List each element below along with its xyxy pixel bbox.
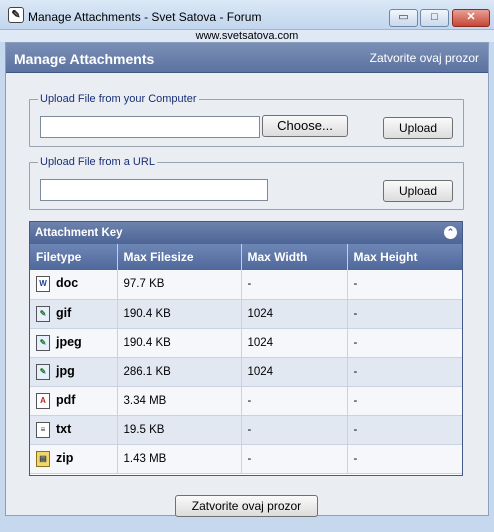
upload-file-button[interactable]: Upload — [383, 117, 453, 139]
max-height-cell: - — [347, 328, 462, 358]
max-filesize-cell: 1.43 MB — [117, 444, 242, 474]
page-url: www.svetsatova.com — [0, 30, 494, 42]
filetype-label: txt — [56, 421, 72, 436]
max-filesize-cell: 97.7 KB — [117, 270, 242, 300]
zip-file-icon: ▤ — [36, 450, 50, 467]
close-window-button[interactable]: ✕ — [452, 9, 490, 27]
window-titlebar: ✎ Manage Attachments - Svet Satova - For… — [0, 0, 494, 30]
table-row: Wdoc 97.7 KB - - — [30, 270, 462, 300]
max-height-cell: - — [347, 444, 462, 474]
max-width-cell: - — [241, 415, 348, 445]
max-width-cell: 1024 — [241, 357, 348, 387]
filetype-label: gif — [56, 305, 72, 320]
image-file-icon: ✎ — [36, 334, 50, 351]
max-width-cell: - — [241, 270, 348, 300]
upload-from-url-group: Upload File from a URL Upload — [29, 156, 464, 210]
max-height-cell: - — [347, 357, 462, 387]
upload-url-legend: Upload File from a URL — [38, 156, 157, 168]
app-icon: ✎ — [8, 7, 24, 23]
attachment-key-header: Attachment Key ⌃ — [30, 222, 462, 244]
max-filesize-cell: 3.34 MB — [117, 386, 242, 416]
column-header-max-height: Max Height — [347, 244, 462, 270]
max-filesize-cell: 19.5 KB — [117, 415, 242, 445]
attachments-panel: Manage Attachments Zatvorite ovaj prozor… — [5, 42, 489, 517]
window-title: Manage Attachments - Svet Satova - Forum — [28, 10, 262, 24]
upload-from-computer-group: Upload File from your Computer Choose...… — [29, 93, 464, 147]
max-filesize-cell: 286.1 KB — [117, 357, 242, 387]
collapse-icon[interactable]: ⌃ — [444, 226, 457, 239]
max-height-cell: - — [347, 415, 462, 445]
filetype-cell: ✎ gif — [30, 299, 118, 329]
max-height-cell: - — [347, 270, 462, 300]
attachment-key-panel: Attachment Key ⌃ Filetype Max Filesize M… — [29, 221, 463, 476]
filetype-label: jpg — [56, 363, 75, 378]
max-height-cell: - — [347, 386, 462, 416]
max-width-cell: 1024 — [241, 328, 348, 358]
table-row: ✎ jpg 286.1 KB 1024- — [30, 357, 462, 387]
text-file-icon: ≡ — [36, 421, 50, 438]
minimize-button[interactable]: ▭ — [389, 9, 418, 27]
filetype-label: zip — [56, 450, 74, 465]
table-row: ✎ gif 190.4 KB 1024- — [30, 299, 462, 329]
attachment-key-table: Filetype Max Filesize Max Width Max Heig… — [30, 244, 462, 474]
filetype-cell: ▤ zip — [30, 444, 118, 474]
close-window-link[interactable]: Zatvorite ovaj prozor — [370, 51, 479, 65]
filetype-cell: ≡ txt — [30, 415, 118, 445]
table-header-row: Filetype Max Filesize Max Width Max Heig… — [30, 244, 462, 270]
max-filesize-cell: 190.4 KB — [117, 328, 242, 358]
pdf-file-icon: A — [36, 392, 50, 409]
maximize-button[interactable]: □ — [420, 9, 449, 27]
table-row: ≡ txt 19.5 KB - - — [30, 415, 462, 445]
url-input[interactable] — [40, 179, 268, 201]
filetype-cell: Apdf — [30, 386, 118, 416]
image-file-icon: ✎ — [36, 305, 50, 322]
attachment-key-title: Attachment Key — [35, 227, 123, 239]
page-title: Manage Attachments — [14, 51, 155, 67]
table-row: ✎ jpeg 190.4 KB 1024- — [30, 328, 462, 358]
image-file-icon: ✎ — [36, 363, 50, 380]
max-width-cell: 1024 — [241, 299, 348, 329]
file-path-input[interactable] — [40, 116, 260, 138]
choose-file-button[interactable]: Choose... — [262, 115, 348, 137]
page-header: Manage Attachments Zatvorite ovaj prozor — [6, 43, 488, 73]
close-window-button-bottom[interactable]: Zatvorite ovaj prozor — [175, 495, 318, 517]
max-width-cell: - — [241, 444, 348, 474]
max-height-cell: - — [347, 299, 462, 329]
column-header-max-width: Max Width — [241, 244, 348, 270]
filetype-cell: ✎ jpg — [30, 357, 118, 387]
table-row: Apdf 3.34 MB - - — [30, 386, 462, 416]
filetype-label: jpeg — [56, 334, 82, 349]
word-document-icon: W — [36, 276, 50, 293]
max-width-cell: - — [241, 386, 348, 416]
filetype-label: doc — [56, 276, 79, 291]
upload-computer-legend: Upload File from your Computer — [38, 93, 199, 105]
max-filesize-cell: 190.4 KB — [117, 299, 242, 329]
filetype-cell: ✎ jpeg — [30, 328, 118, 358]
column-header-max-filesize: Max Filesize — [117, 244, 242, 270]
table-row: ▤ zip 1.43 MB - - — [30, 444, 462, 474]
filetype-label: pdf — [56, 392, 76, 407]
upload-url-button[interactable]: Upload — [383, 180, 453, 202]
filetype-cell: Wdoc — [30, 270, 118, 300]
column-header-filetype: Filetype — [30, 244, 118, 270]
